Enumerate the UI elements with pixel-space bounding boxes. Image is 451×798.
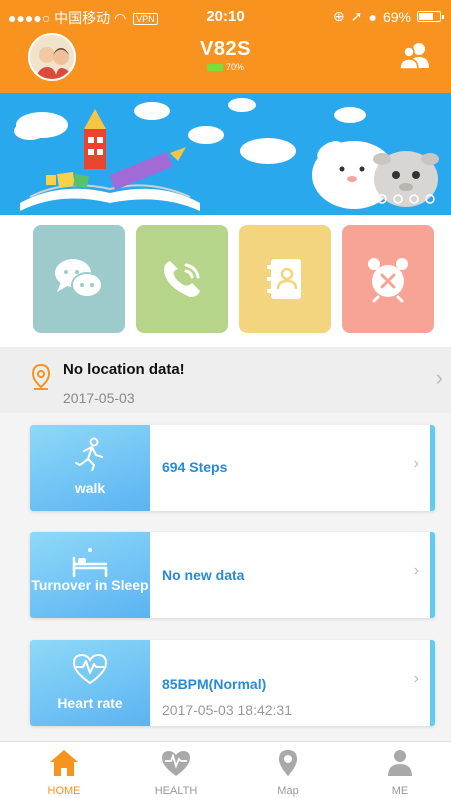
status-bar: ●●●●○ 中国移动 ◠ VPN 20:10 ⊕ ➚ ● 69% <box>0 0 451 30</box>
location-row[interactable]: No location data! 2017-05-03 › <box>0 347 451 413</box>
map-pin-icon <box>279 750 297 776</box>
location-pin-icon <box>31 363 51 390</box>
address-book-icon <box>267 259 301 299</box>
phone-call-icon <box>164 261 200 297</box>
banner-illustration <box>14 98 439 211</box>
walk-card[interactable]: walk 694 Steps › <box>30 425 435 511</box>
tab-health[interactable]: HEALTH <box>120 742 232 798</box>
tab-bar: HOME HEALTH Map ME <box>0 741 451 798</box>
chevron-right-icon: › <box>413 455 419 472</box>
sleep-value: No new data <box>162 567 245 583</box>
sleep-card[interactable]: Turnover in Sleep No new data › <box>30 532 435 618</box>
running-person-icon <box>75 437 103 471</box>
tab-home[interactable]: HOME <box>8 742 120 798</box>
navigation-arrow-icon: ➚ <box>350 8 363 24</box>
location-services-icon: ⊕ <box>333 8 345 24</box>
walk-label: walk <box>74 480 106 496</box>
location-title: No location data! <box>63 361 185 378</box>
battery-icon <box>417 11 444 22</box>
chat-bubbles-icon <box>55 259 103 298</box>
device-battery: 70% <box>0 62 451 72</box>
call-button[interactable] <box>136 225 228 333</box>
device-name: V82S <box>200 38 251 60</box>
contacts-book-button[interactable] <box>239 225 331 333</box>
promo-banner[interactable] <box>0 93 451 215</box>
app-screen: ●●●●○ 中国移动 ◠ VPN 20:10 ⊕ ➚ ● 69% V82S 70… <box>0 0 451 798</box>
alarm-clock-icon <box>368 258 408 303</box>
quick-actions <box>0 215 451 347</box>
heart-rate-timestamp: 2017-05-03 18:42:31 <box>162 702 292 718</box>
bed-icon <box>72 548 108 578</box>
heart-rate-label: Heart rate <box>57 695 123 711</box>
heart-pulse-icon <box>162 751 190 776</box>
tab-home-label: HOME <box>47 785 81 797</box>
tab-me[interactable]: ME <box>344 742 451 798</box>
card-accent-bar <box>430 532 435 618</box>
sleep-label: Turnover in Sleep <box>31 577 149 593</box>
tab-health-label: HEALTH <box>154 785 198 797</box>
card-accent-bar <box>430 425 435 511</box>
heart-pulse-icon <box>72 653 108 685</box>
card-accent-bar <box>430 640 435 726</box>
device-battery-text: 70% <box>225 62 244 72</box>
battery-percent: 69% <box>382 8 411 25</box>
tab-map[interactable]: Map <box>232 742 344 798</box>
chevron-right-icon: › <box>413 562 419 579</box>
chat-button[interactable] <box>33 225 125 333</box>
alarm-button[interactable] <box>342 225 434 333</box>
contacts-button[interactable] <box>397 38 433 74</box>
heart-rate-value: 85BPM(Normal) <box>162 676 267 692</box>
people-icon <box>399 43 429 70</box>
app-header: ●●●●○ 中国移动 ◠ VPN 20:10 ⊕ ➚ ● 69% V82S 70… <box>0 0 451 93</box>
home-icon <box>50 750 78 776</box>
location-date: 2017-05-03 <box>63 390 135 406</box>
tab-me-label: ME <box>391 785 409 797</box>
chevron-right-icon: › <box>435 365 443 390</box>
alarm-status-icon: ● <box>368 8 377 25</box>
walk-card-header: walk <box>30 425 150 511</box>
device-title[interactable]: V82S 70% <box>0 38 451 72</box>
person-icon <box>388 750 412 776</box>
status-right: ⊕ ➚ ● 69% <box>333 8 444 25</box>
walk-value: 694 Steps <box>162 459 228 475</box>
heart-rate-card-header: Heart rate <box>30 640 150 726</box>
sleep-card-header: Turnover in Sleep <box>30 532 150 618</box>
tab-map-label: Map <box>277 785 299 797</box>
device-battery-icon <box>206 63 223 71</box>
heart-rate-card[interactable]: Heart rate 85BPM(Normal) 2017-05-03 18:4… <box>30 640 435 726</box>
chevron-right-icon: › <box>413 670 419 687</box>
